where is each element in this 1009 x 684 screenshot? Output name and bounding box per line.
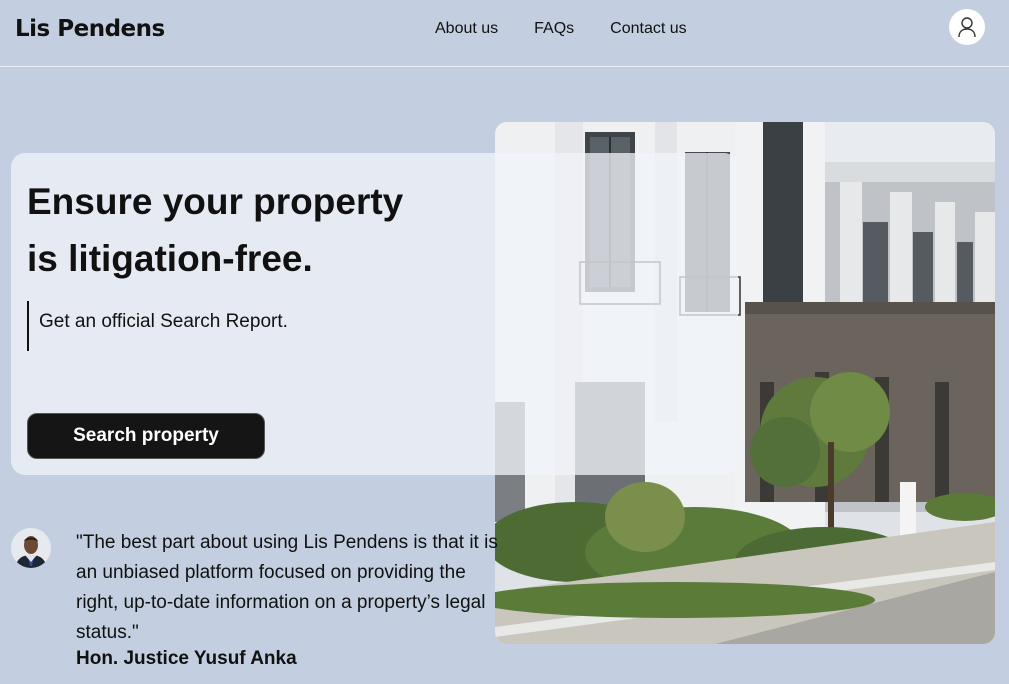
nav-about-us[interactable]: About us xyxy=(435,20,498,38)
site-logo[interactable]: Lis Pendens xyxy=(15,16,165,42)
user-icon xyxy=(958,17,976,38)
testimonial-avatar xyxy=(11,528,51,568)
page: Lis Pendens About us FAQs Contact us Ens… xyxy=(0,0,1009,684)
main-nav: About us FAQs Contact us xyxy=(435,20,687,38)
site-header: Lis Pendens About us FAQs Contact us xyxy=(0,0,1009,67)
hero-title-line-1: Ensure your property xyxy=(27,181,404,222)
hero-title: Ensure your property is litigation-free. xyxy=(27,173,447,287)
search-property-button[interactable]: Search property xyxy=(27,413,265,459)
nav-contact-us[interactable]: Contact us xyxy=(610,20,686,38)
account-button[interactable] xyxy=(949,9,985,45)
testimonial-quote: "The best part about using Lis Pendens i… xyxy=(76,532,498,643)
testimonial-author: Hon. Justice Yusuf Anka xyxy=(76,648,297,669)
hero-title-line-2: is litigation-free. xyxy=(27,238,313,279)
hero-card: Ensure your property is litigation-free.… xyxy=(11,153,738,475)
hero-subtitle: Get an official Search Report. xyxy=(27,301,288,351)
nav-faqs[interactable]: FAQs xyxy=(534,20,574,38)
